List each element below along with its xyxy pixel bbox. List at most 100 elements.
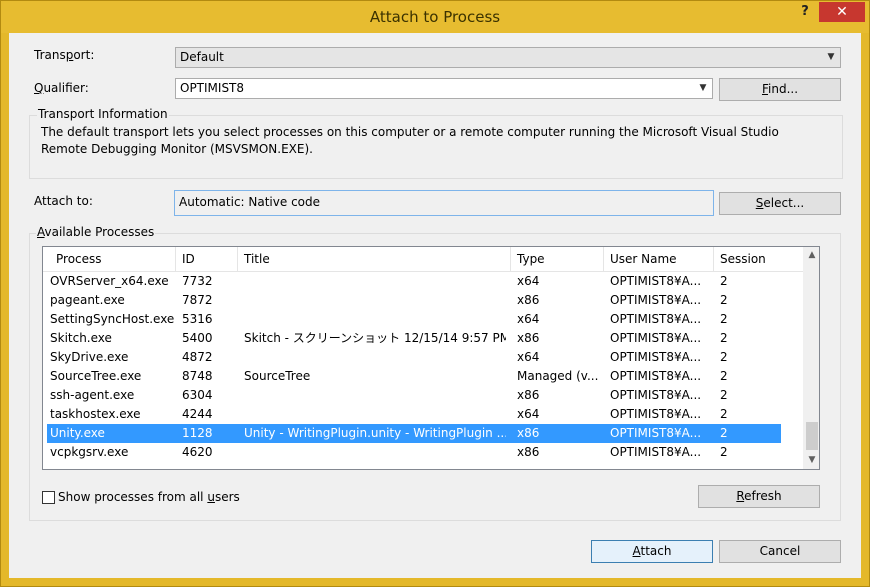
- process-user-cell: OPTIMIST8¥A...: [610, 350, 702, 364]
- process-session-cell: 2: [720, 274, 728, 288]
- process-id-cell: 4620: [182, 445, 213, 459]
- title-bar[interactable]: Attach to Process ? ✕: [1, 1, 869, 33]
- column-header-title[interactable]: Title: [238, 247, 511, 271]
- attach-to-field: Automatic: Native code: [174, 190, 714, 216]
- process-id-cell: 5316: [182, 312, 213, 326]
- process-name-cell: SkyDrive.exe: [50, 350, 129, 364]
- process-row[interactable]: OVRServer_x64.exe 7732 x64 OPTIMIST8¥A... 2: [43, 272, 803, 291]
- chevron-down-icon[interactable]: ▼: [697, 79, 709, 98]
- column-header-session[interactable]: Session: [714, 247, 802, 271]
- process-list[interactable]: Process ID Title Type User Name Session …: [42, 246, 820, 470]
- process-title-cell: [244, 291, 506, 310]
- transport-dropdown[interactable]: Default ▼: [175, 47, 841, 68]
- process-type-cell: x64: [517, 274, 540, 288]
- close-button[interactable]: ✕: [819, 2, 865, 22]
- process-row[interactable]: vcpkgsrv.exe 4620 x86 OPTIMIST8¥A... 2: [43, 443, 803, 462]
- column-header-type[interactable]: Type: [511, 247, 604, 271]
- column-header-process[interactable]: Process: [50, 247, 176, 271]
- process-type-cell: x86: [517, 388, 540, 402]
- qualifier-combobox[interactable]: OPTIMIST8 ▼: [175, 78, 713, 99]
- process-row[interactable]: SkyDrive.exe 4872 x64 OPTIMIST8¥A... 2: [43, 348, 803, 367]
- process-user-cell: OPTIMIST8¥A...: [610, 388, 702, 402]
- process-session-cell: 2: [720, 312, 728, 326]
- transport-label: Transport:: [34, 48, 95, 62]
- process-title-cell: Skitch - スクリーンショット 12/15/14 9:57 PM: [244, 331, 506, 345]
- transport-info-text: The default transport lets you select pr…: [41, 125, 779, 156]
- help-icon[interactable]: ?: [796, 3, 814, 21]
- process-session-cell: 2: [720, 369, 728, 383]
- process-id-cell: 4244: [182, 407, 213, 421]
- process-type-cell: Managed (v...: [517, 369, 599, 383]
- process-id-cell: 5400: [182, 331, 213, 345]
- select-button[interactable]: Select...: [719, 192, 841, 215]
- process-name-cell: SourceTree.exe: [50, 369, 142, 383]
- process-user-cell: OPTIMIST8¥A...: [610, 369, 702, 383]
- process-type-cell: x86: [517, 331, 540, 345]
- process-type-cell: x64: [517, 350, 540, 364]
- process-type-cell: x86: [517, 445, 540, 459]
- qualifier-value: OPTIMIST8: [180, 81, 245, 95]
- qualifier-label: Qualifier:: [34, 81, 89, 95]
- process-user-cell: OPTIMIST8¥A...: [610, 407, 702, 421]
- process-title-cell: [244, 310, 506, 329]
- process-name-cell: ssh-agent.exe: [50, 388, 135, 402]
- process-name-cell: Skitch.exe: [50, 331, 112, 345]
- process-session-cell: 2: [720, 331, 728, 345]
- process-user-cell: OPTIMIST8¥A...: [610, 274, 702, 288]
- attach-to-process-window: Attach to Process ? ✕ Transport: Default…: [0, 0, 870, 587]
- find-button[interactable]: Find...: [719, 78, 841, 101]
- process-id-cell: 7872: [182, 293, 213, 307]
- process-id-cell: 4872: [182, 350, 213, 364]
- process-row[interactable]: ssh-agent.exe 6304 x86 OPTIMIST8¥A... 2: [43, 386, 803, 405]
- process-type-cell: x64: [517, 312, 540, 326]
- dialog-body: Transport: Default ▼ Qualifier: OPTIMIST…: [9, 33, 861, 578]
- scroll-down-icon[interactable]: ▼: [804, 452, 819, 469]
- process-row[interactable]: SettingSyncHost.exe 5316 x64 OPTIMIST8¥A...…: [43, 310, 803, 329]
- process-id-cell: 6304: [182, 388, 213, 402]
- process-name-cell: taskhostex.exe: [50, 407, 141, 421]
- chevron-down-icon: ▼: [827, 52, 835, 62]
- process-row[interactable]: SourceTree.exe 8748 SourceTree Managed (v..…: [43, 367, 803, 386]
- show-all-users-checkbox[interactable]: [42, 491, 55, 504]
- process-session-cell: 2: [720, 445, 728, 459]
- column-header-id[interactable]: ID: [176, 247, 238, 271]
- process-row[interactable]: taskhostex.exe 4244 x64 OPTIMIST8¥A... 2: [43, 405, 803, 424]
- process-id-cell: 8748: [182, 369, 213, 383]
- process-name-cell: vcpkgsrv.exe: [50, 445, 129, 459]
- process-user-cell: OPTIMIST8¥A...: [610, 331, 702, 345]
- process-session-cell: 2: [720, 407, 728, 421]
- transport-value: Default: [180, 50, 224, 64]
- vertical-scrollbar[interactable]: ▲ ▼: [803, 247, 819, 469]
- process-name-cell: OVRServer_x64.exe: [50, 274, 169, 288]
- attach-to-label: Attach to:: [34, 194, 93, 208]
- process-id-cell: 7732: [182, 274, 213, 288]
- process-user-cell: OPTIMIST8¥A...: [610, 445, 702, 459]
- process-session-cell: 2: [720, 426, 728, 440]
- process-user-cell: OPTIMIST8¥A...: [610, 312, 702, 326]
- process-title-cell: [244, 405, 506, 424]
- process-id-cell: 1128: [182, 426, 213, 440]
- process-title-cell: Unity - WritingPlugin.unity - WritingPlu…: [244, 426, 506, 440]
- process-row[interactable]: Unity.exe 1128 Unity - WritingPlugin.unity…: [47, 424, 781, 443]
- transport-info-heading: Transport Information: [37, 107, 169, 121]
- process-type-cell: x86: [517, 426, 540, 440]
- process-row[interactable]: Skitch.exe 5400 Skitch - スクリーンショット 12/15/1…: [43, 329, 803, 348]
- process-row[interactable]: pageant.exe 7872 x86 OPTIMIST8¥A... 2: [43, 291, 803, 310]
- process-title-cell: [244, 348, 506, 367]
- window-title: Attach to Process: [369, 8, 501, 26]
- process-session-cell: 2: [720, 293, 728, 307]
- process-type-cell: x86: [517, 293, 540, 307]
- process-type-cell: x64: [517, 407, 540, 421]
- cancel-button[interactable]: Cancel: [719, 540, 841, 563]
- column-header-user-name[interactable]: User Name: [604, 247, 714, 271]
- scroll-up-icon[interactable]: ▲: [804, 247, 819, 264]
- process-session-cell: 2: [720, 350, 728, 364]
- refresh-button[interactable]: Refresh: [698, 485, 820, 508]
- process-user-cell: OPTIMIST8¥A...: [610, 293, 702, 307]
- process-user-cell: OPTIMIST8¥A...: [610, 426, 702, 440]
- process-title-cell: [244, 386, 506, 405]
- show-all-users-label[interactable]: Show processes from all users: [58, 490, 240, 504]
- process-title-cell: [244, 272, 506, 291]
- attach-button[interactable]: Attach: [591, 540, 713, 563]
- scrollbar-thumb[interactable]: [806, 422, 818, 450]
